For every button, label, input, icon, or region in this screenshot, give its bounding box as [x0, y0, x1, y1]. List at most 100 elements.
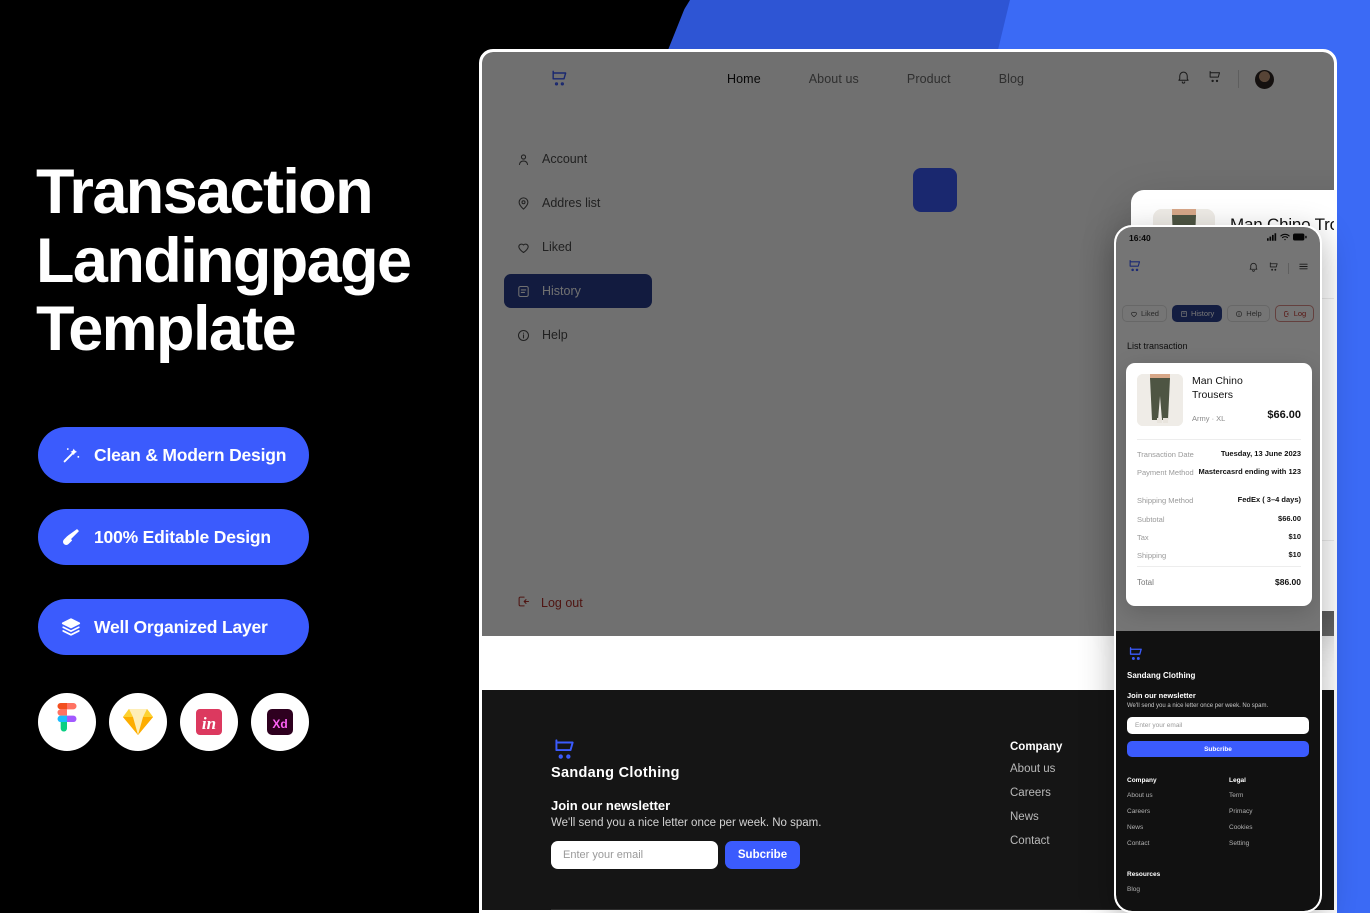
heart-icon	[1130, 310, 1138, 318]
footer-link-news[interactable]: News	[1127, 824, 1217, 831]
product-variant: Army · XL	[1192, 414, 1226, 423]
cart-icon[interactable]	[1268, 259, 1279, 277]
detail-label: Shipping	[1137, 551, 1167, 560]
detail-label: Transaction Date	[1137, 450, 1194, 459]
sidebar-item-help[interactable]: Help	[504, 318, 652, 352]
card-divider	[1137, 566, 1301, 567]
detail-value: Tuesday, 13 June 2023	[1220, 449, 1301, 458]
logout-label: Log out	[541, 596, 583, 610]
mobile-footer: Sandang Clothing Join our newsletter We'…	[1116, 631, 1320, 911]
bell-icon[interactable]	[1176, 69, 1191, 89]
cart-logo-icon[interactable]	[549, 68, 569, 93]
sketch-logo	[109, 693, 167, 751]
feature-pill-label: 100% Editable Design	[94, 526, 271, 547]
heart-icon	[516, 240, 531, 255]
footer-link-about-us[interactable]: About us	[1010, 763, 1130, 775]
feature-pill-100-editable-design[interactable]: 100% Editable Design	[38, 509, 309, 565]
detail-row-subtotal: Subtotal $66.00	[1137, 514, 1301, 525]
detail-label: Tax	[1137, 533, 1149, 542]
svg-text:Xd: Xd	[272, 717, 287, 731]
clipboard-icon	[516, 284, 531, 299]
status-time: 16:40	[1129, 233, 1151, 243]
footer-link-blog[interactable]: Blog	[1127, 886, 1217, 893]
footer-link-contact[interactable]: Contact	[1127, 840, 1217, 847]
subscribe-button[interactable]: Subcribe	[1127, 741, 1309, 757]
footer-column-resources: Resources Blog	[1127, 871, 1217, 902]
footer-brand: Sandang Clothing	[1127, 671, 1196, 680]
chip-history[interactable]: History	[1171, 305, 1223, 322]
detail-row-total: Total $86.00	[1137, 577, 1301, 587]
detail-label: Payment Method	[1137, 468, 1194, 477]
newsletter-email-input[interactable]	[1127, 717, 1309, 734]
logout-icon	[516, 594, 531, 612]
desktop-nav-links: Home About us Product Blog	[727, 52, 1024, 106]
background-product-thumb	[913, 168, 957, 212]
desktop-nav-actions	[1176, 52, 1274, 106]
chip-help[interactable]: Help	[1227, 305, 1270, 322]
newsletter-title: Join our newsletter	[551, 798, 671, 813]
info-circle-icon	[516, 328, 531, 343]
footer-column-legal: Legal Term Primacy Cookies Setting	[1229, 777, 1319, 856]
detail-row-shipping: Shipping $10	[1137, 550, 1301, 561]
feature-pill-well-organized-layer[interactable]: Well Organized Layer	[38, 599, 309, 655]
chip-liked[interactable]: Liked	[1122, 305, 1167, 322]
newsletter-email-input[interactable]	[551, 841, 718, 869]
logout-button[interactable]: Log out	[516, 594, 583, 612]
footer-column-company: Company About us Careers News Contact	[1127, 777, 1217, 856]
sidebar-item-history[interactable]: History	[504, 274, 652, 308]
sidebar-item-label: History	[542, 284, 581, 298]
footer-column-company: Company About us Careers News Contact	[1010, 741, 1130, 859]
nav-link-about-us[interactable]: About us	[809, 72, 859, 86]
footer-link-careers[interactable]: Careers	[1010, 787, 1130, 799]
feature-pill-label: Well Organized Layer	[94, 616, 268, 637]
sidebar-item-account[interactable]: Account	[504, 142, 652, 176]
avatar[interactable]	[1255, 69, 1274, 89]
mobile-phone-mockup: 16:40 Liked History Help Log List transa…	[1114, 225, 1322, 913]
footer-link-contact[interactable]: Contact	[1010, 835, 1130, 847]
sidebar-item-label: Liked	[542, 240, 572, 254]
sidebar-item-label: Help	[542, 328, 568, 342]
hero-title-line-1: Transaction	[36, 157, 374, 227]
nav-link-home[interactable]: Home	[727, 72, 761, 86]
figma-logo	[38, 693, 96, 751]
cart-icon[interactable]	[1207, 69, 1222, 89]
footer-link-about-us[interactable]: About us	[1127, 792, 1217, 799]
nav-divider	[1288, 262, 1289, 274]
chip-label: Help	[1246, 309, 1262, 318]
footer-link-term[interactable]: Term	[1229, 792, 1319, 799]
total-label: Total	[1137, 577, 1154, 587]
clipboard-icon	[1180, 310, 1188, 318]
footer-column-title: Legal	[1229, 777, 1246, 784]
bell-icon[interactable]	[1248, 259, 1259, 277]
footer-link-setting[interactable]: Setting	[1229, 840, 1319, 847]
detail-label: Shipping Method	[1137, 496, 1194, 505]
footer-brand: Sandang Clothing	[551, 765, 680, 781]
newsletter-subtitle: We'll send you a nice letter once per we…	[1127, 703, 1269, 709]
footer-column-title: Company	[1127, 777, 1157, 784]
footer-link-primacy[interactable]: Primacy	[1229, 808, 1319, 815]
battery-icon	[1293, 233, 1307, 243]
footer-link-cookies[interactable]: Cookies	[1229, 824, 1319, 831]
mobile-topnav	[1116, 251, 1320, 285]
footer-link-careers[interactable]: Careers	[1127, 808, 1217, 815]
cart-logo-icon[interactable]	[1127, 258, 1142, 278]
product-price: $66.00	[1267, 409, 1301, 421]
nav-link-blog[interactable]: Blog	[999, 72, 1024, 86]
detail-row-payment-method: Payment Method Mastercasrd ending with 1…	[1137, 467, 1301, 478]
footer-link-news[interactable]: News	[1010, 811, 1130, 823]
mobile-nav-chips: Liked History Help Log	[1122, 305, 1315, 322]
location-pin-icon	[516, 196, 531, 211]
layers-icon	[60, 616, 82, 638]
sidebar-item-addres-list[interactable]: Addres list	[504, 186, 652, 220]
chip-logout[interactable]: Log	[1274, 305, 1315, 322]
nav-link-product[interactable]: Product	[907, 72, 951, 86]
footer-column-title: Resources	[1127, 871, 1161, 878]
mobile-status-bar: 16:40	[1116, 227, 1320, 249]
hamburger-menu-icon[interactable]	[1298, 259, 1309, 277]
info-circle-icon	[1235, 310, 1243, 318]
feature-pill-clean-modern-design[interactable]: Clean & Modern Design	[38, 427, 309, 483]
sidebar-item-liked[interactable]: Liked	[504, 230, 652, 264]
detail-value: $10	[1288, 532, 1301, 541]
hero-panel: Transaction Landingpage Template Clean &…	[0, 0, 478, 913]
subscribe-button[interactable]: Subcribe	[725, 841, 800, 869]
